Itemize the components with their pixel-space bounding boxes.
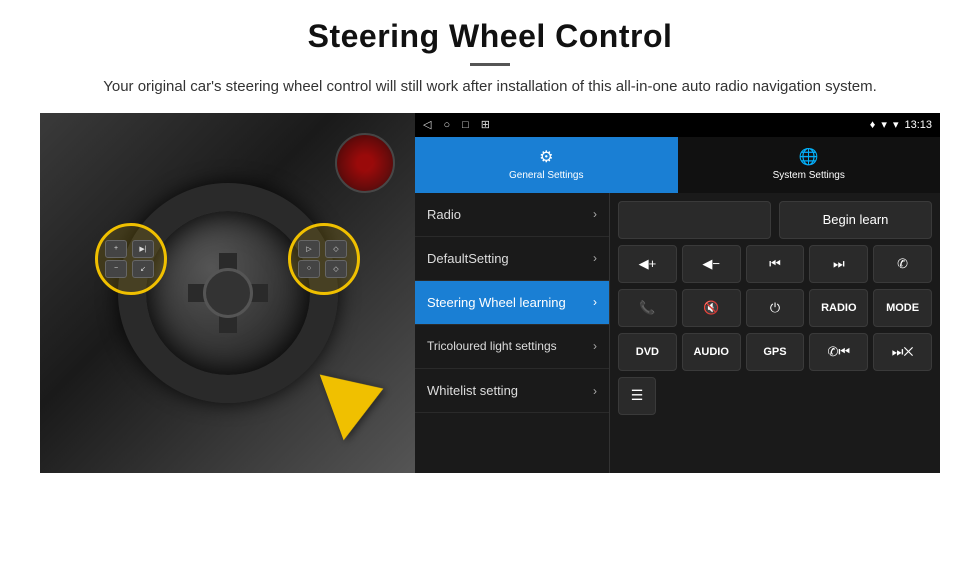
general-settings-icon: ⚙ <box>539 147 553 167</box>
vol-up-icon: ◀+ <box>639 256 657 272</box>
status-right: ♦ ▾ ▾ 13:13 <box>870 118 932 131</box>
audio-label: AUDIO <box>693 346 728 358</box>
phone-icon: ✆ <box>897 256 908 272</box>
menu-list: Radio › DefaultSetting › Steering Wheel … <box>415 193 610 473</box>
phone-prev-button[interactable]: ✆⏮ <box>809 333 868 371</box>
recent-nav-icon[interactable]: □ <box>462 119 469 131</box>
next-track-button[interactable]: ⏭ <box>809 245 868 283</box>
sw-btn-2: ▶| <box>132 240 154 258</box>
control-panel: Begin learn ◀+ ◀− ⏮ <box>610 193 940 473</box>
radio-row: Begin learn <box>618 201 932 239</box>
yellow-circle-right: ▷ ◇ ○ ◇ <box>288 223 360 295</box>
phone-button[interactable]: ✆ <box>873 245 932 283</box>
android-panel: ◁ ○ □ ⊞ ♦ ▾ ▾ 13:13 ⚙ General Settings <box>415 113 940 473</box>
menu-icon: ☰ <box>631 387 644 404</box>
gps-button[interactable]: GPS <box>746 333 805 371</box>
tab-bar: ⚙ General Settings 🌐 System Settings <box>415 137 940 193</box>
radio-mode-label: RADIO <box>821 302 856 314</box>
sw-btn-7: ○ <box>298 260 320 278</box>
radio-mode-button[interactable]: RADIO <box>809 289 868 327</box>
next-track-icon: ⏭ <box>833 256 845 272</box>
control-row-1: ◀+ ◀− ⏮ ⏭ ✆ <box>618 245 932 283</box>
page-title: Steering Wheel Control <box>40 18 940 55</box>
menu-item-steering[interactable]: Steering Wheel learning › <box>415 281 609 325</box>
signal-icon: ▾ <box>881 118 887 131</box>
yellow-circle-left: + ▶| − ↙ <box>95 223 167 295</box>
main-content: Radio › DefaultSetting › Steering Wheel … <box>415 193 940 473</box>
steering-wheel-ring <box>118 183 338 403</box>
menu-item-default[interactable]: DefaultSetting › <box>415 237 609 281</box>
tab-general[interactable]: ⚙ General Settings <box>415 137 678 193</box>
control-row-2: 📞 🔇 ⏻ RADIO MODE <box>618 289 932 327</box>
vol-up-button[interactable]: ◀+ <box>618 245 677 283</box>
blank-button[interactable] <box>618 201 771 239</box>
chevron-icon-tricoloured: › <box>593 339 597 355</box>
sw-btn-5: ▷ <box>298 240 320 258</box>
chevron-icon-whitelist: › <box>593 384 597 398</box>
wifi-icon: ▾ <box>893 118 899 131</box>
control-row-4: ☰ <box>618 377 932 415</box>
tab-system[interactable]: 🌐 System Settings <box>678 137 941 193</box>
sw-btn-1: + <box>105 240 127 258</box>
title-divider <box>470 63 510 66</box>
sw-btn-6: ◇ <box>325 240 347 258</box>
location-icon: ♦ <box>870 119 876 131</box>
menu-nav-icon[interactable]: ⊞ <box>481 118 490 131</box>
menu-whitelist-label: Whitelist setting <box>427 383 518 398</box>
mute-button[interactable]: 🔇 <box>682 289 741 327</box>
power-button[interactable]: ⏻ <box>746 289 805 327</box>
sw-center <box>203 268 253 318</box>
control-row-3: DVD AUDIO GPS ✆⏮ ⏭✕ <box>618 333 932 371</box>
system-settings-icon: 🌐 <box>799 147 819 167</box>
vol-down-button[interactable]: ◀− <box>682 245 741 283</box>
call-accept-icon: 📞 <box>639 300 655 316</box>
sw-btn-4: ↙ <box>132 260 154 278</box>
home-nav-icon[interactable]: ○ <box>443 119 450 131</box>
menu-item-whitelist[interactable]: Whitelist setting › <box>415 369 609 413</box>
car-image-panel: + ▶| − ↙ ▷ ◇ ○ ◇ <box>40 113 415 473</box>
mode-button[interactable]: MODE <box>873 289 932 327</box>
menu-item-radio[interactable]: Radio › <box>415 193 609 237</box>
prev-track-button[interactable]: ⏮ <box>746 245 805 283</box>
dvd-button[interactable]: DVD <box>618 333 677 371</box>
mode-label: MODE <box>886 302 919 314</box>
power-icon: ⏻ <box>770 300 780 316</box>
yellow-arrow <box>320 355 396 440</box>
menu-steering-label: Steering Wheel learning <box>427 295 566 310</box>
menu-tricoloured-label: Tricoloured light settings <box>427 339 557 355</box>
phone-prev-icon: ✆⏮ <box>827 344 850 360</box>
status-time: 13:13 <box>904 119 932 131</box>
content-area: + ▶| − ↙ ▷ ◇ ○ ◇ <box>40 113 940 473</box>
mute-icon: 🔇 <box>703 300 719 316</box>
status-bar: ◁ ○ □ ⊞ ♦ ▾ ▾ 13:13 <box>415 113 940 137</box>
menu-item-tricoloured[interactable]: Tricoloured light settings › <box>415 325 609 370</box>
skip-next-button[interactable]: ⏭✕ <box>873 333 932 371</box>
chevron-icon-default: › <box>593 251 597 265</box>
chevron-icon-steering: › <box>593 295 597 309</box>
gps-label: GPS <box>763 346 786 358</box>
begin-learn-label: Begin learn <box>823 212 889 227</box>
vol-down-icon: ◀− <box>702 256 720 272</box>
menu-radio-label: Radio <box>427 207 461 222</box>
begin-learn-button[interactable]: Begin learn <box>779 201 932 239</box>
gauge-hint <box>335 133 395 193</box>
page-subtitle: Your original car's steering wheel contr… <box>40 76 940 99</box>
skip-next-icon: ⏭✕ <box>892 344 914 360</box>
prev-track-icon: ⏮ <box>769 256 781 272</box>
tab-system-label: System Settings <box>773 170 845 181</box>
back-nav-icon[interactable]: ◁ <box>423 118 431 131</box>
tab-general-label: General Settings <box>509 170 584 181</box>
arrow-overlay <box>330 363 385 433</box>
sw-btn-3: − <box>105 260 127 278</box>
call-accept-button[interactable]: 📞 <box>618 289 677 327</box>
dvd-label: DVD <box>636 346 659 358</box>
audio-button[interactable]: AUDIO <box>682 333 741 371</box>
sw-btn-8: ◇ <box>325 260 347 278</box>
menu-icon-button[interactable]: ☰ <box>618 377 656 415</box>
chevron-icon-radio: › <box>593 207 597 221</box>
status-nav: ◁ ○ □ ⊞ <box>423 118 490 131</box>
menu-default-label: DefaultSetting <box>427 251 509 266</box>
